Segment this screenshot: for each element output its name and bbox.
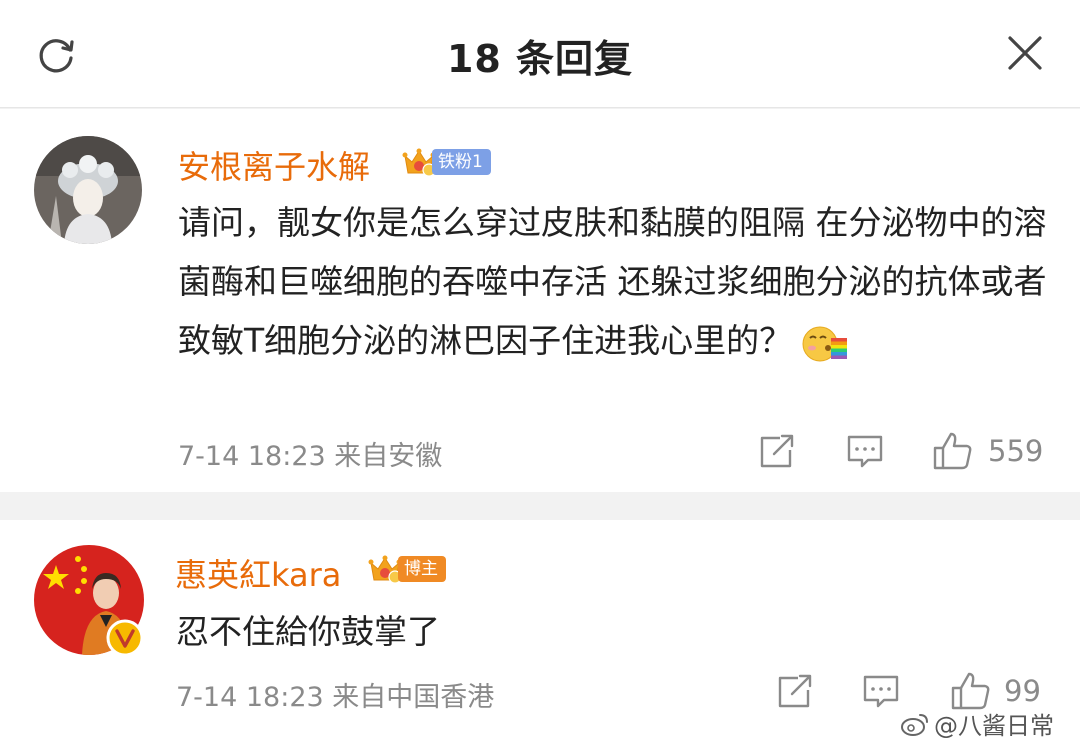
comment-icon — [863, 675, 899, 708]
watermark: @八酱日常 — [900, 706, 1054, 741]
username[interactable]: 惠英紅kara — [175, 550, 341, 596]
badge-label: 铁粉1 — [432, 149, 491, 175]
verified-icon — [106, 619, 144, 657]
username[interactable]: 安根离子水解 — [178, 142, 370, 188]
thumbs-up-icon — [933, 432, 972, 470]
reply-button[interactable] — [846, 433, 884, 471]
like-count: 559 — [988, 434, 1044, 468]
crown-icon — [402, 148, 436, 177]
comment-item: 安根离子水解 铁粉1 请问，靓女你是怎么穿过皮肤和黏膜的阻隔 在分泌物中的溶菌酶… — [0, 109, 1080, 492]
share-button[interactable] — [758, 434, 796, 470]
share-icon — [778, 674, 812, 708]
badge-label: 博主 — [398, 556, 446, 582]
blogger-badge: 博主 — [368, 554, 446, 584]
share-button[interactable] — [776, 674, 814, 710]
close-icon[interactable] — [1004, 32, 1046, 74]
comment-text: 忍不住給你鼓掌了 — [176, 612, 440, 651]
comment-meta: 7-14 18:23 来自中国香港 — [176, 682, 495, 713]
share-icon — [760, 434, 794, 468]
reply-button[interactable] — [862, 673, 900, 711]
avatar[interactable] — [34, 136, 142, 244]
page-title: 18 条回复 — [446, 37, 634, 81]
weibo-logo-icon — [901, 713, 928, 736]
like-button[interactable]: 99 — [950, 671, 1041, 711]
fan-badge: 铁粉1 — [402, 147, 491, 177]
comment-icon — [847, 435, 883, 468]
rainbow-face-emoji-icon — [802, 326, 848, 361]
comment-meta: 7-14 18:23 来自安徽 — [178, 441, 443, 472]
like-button[interactable]: 559 — [932, 431, 1043, 471]
header: 18 条回复 — [0, 0, 1080, 108]
thumbs-up-icon — [951, 672, 990, 710]
crown-icon — [368, 555, 402, 584]
comment-text: 请问，靓女你是怎么穿过皮肤和黏膜的阻隔 在分泌物中的溶菌酶和巨噬细胞的吞噬中存活… — [178, 193, 1058, 370]
like-count: 99 — [1004, 674, 1041, 708]
